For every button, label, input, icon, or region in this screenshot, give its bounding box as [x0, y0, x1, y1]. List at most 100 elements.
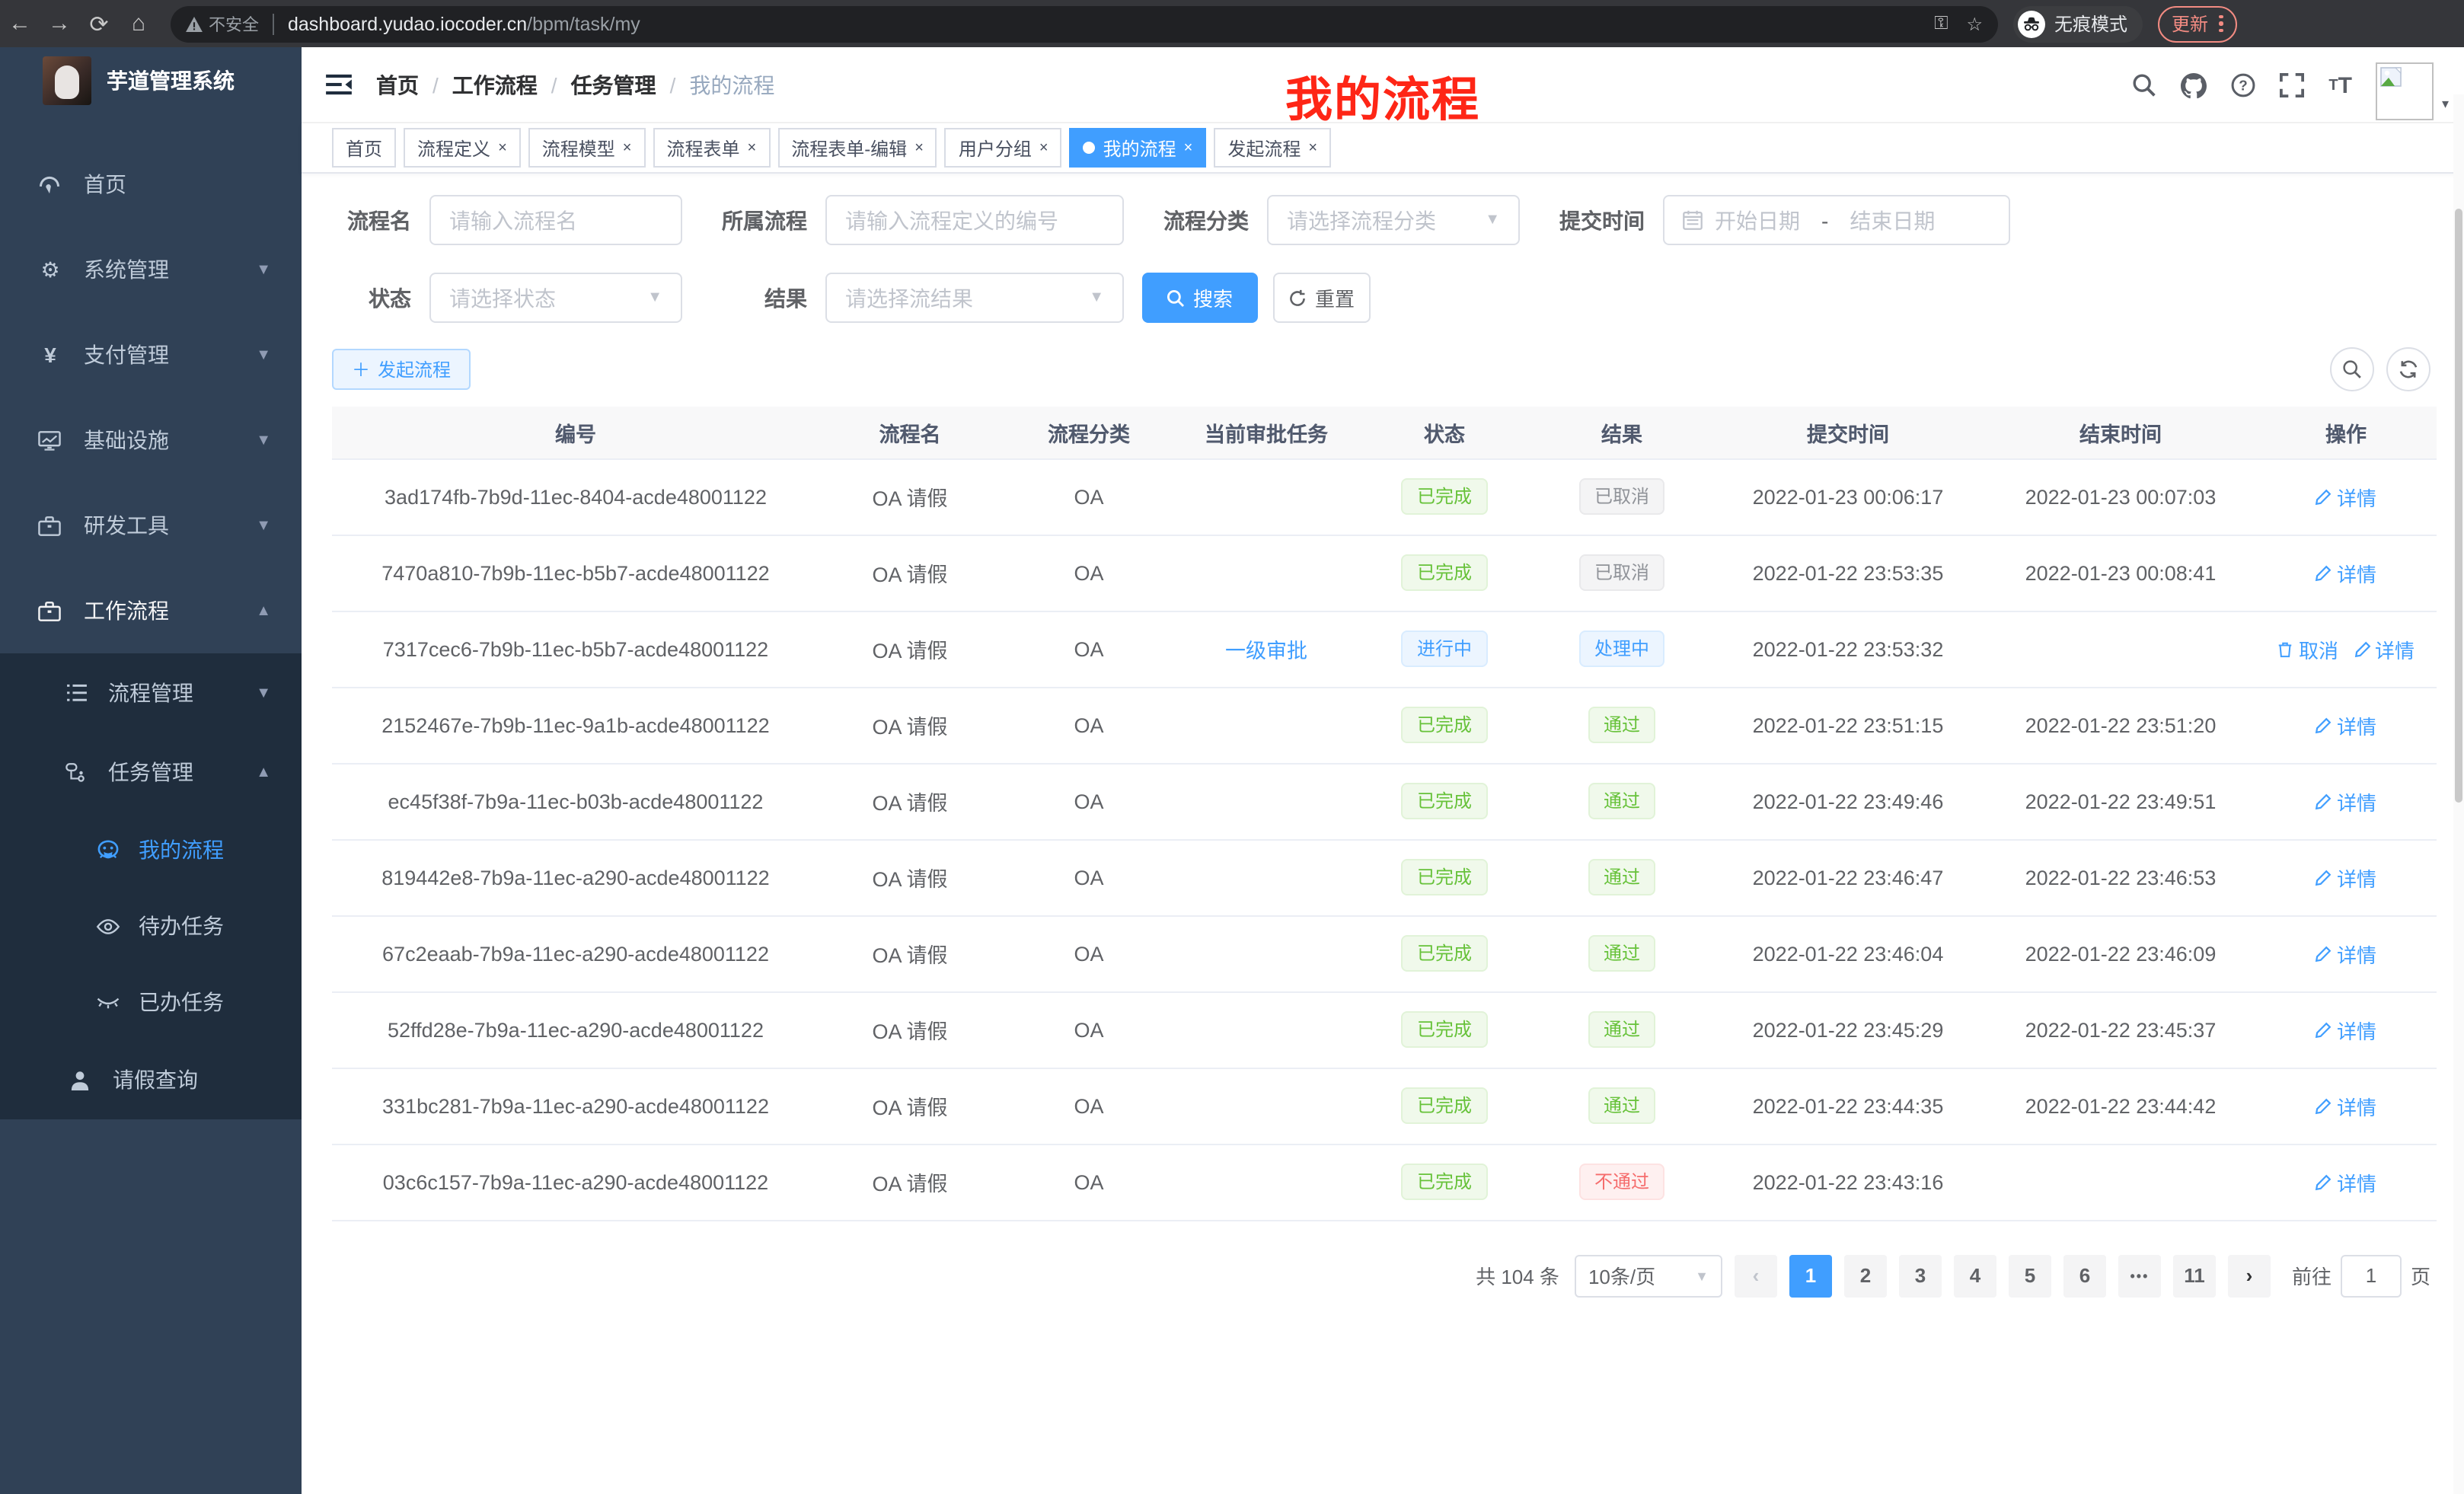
github-icon[interactable] [2181, 72, 2207, 98]
detail-link[interactable]: 详情 [2316, 863, 2376, 892]
refresh-table-button[interactable] [2386, 347, 2430, 391]
status-select[interactable]: 请选择状态 ▼ [429, 273, 682, 323]
close-icon[interactable]: × [748, 139, 757, 156]
cancel-link[interactable]: 取消 [2277, 634, 2338, 663]
sidebar-item-process-mgmt[interactable]: 流程管理 ▼ [0, 653, 302, 733]
sidebar-toggle-icon[interactable] [326, 73, 352, 96]
tab-process-definition[interactable]: 流程定义× [404, 128, 521, 168]
page-button-6[interactable]: 6 [2063, 1254, 2106, 1297]
result-select[interactable]: 请选择流结果 ▼ [825, 273, 1124, 323]
search-icon[interactable] [2132, 73, 2156, 97]
detail-link[interactable]: 详情 [2354, 634, 2415, 663]
process-id-input[interactable]: 请输入流程定义的编号 [825, 195, 1124, 245]
edit-icon [2354, 640, 2370, 657]
url-path: /bpm/task/my [527, 13, 640, 34]
table-header-row: 编号 流程名 流程分类 当前审批任务 状态 结果 提交时间 结束时间 操作 [332, 407, 2437, 458]
browser-home-icon[interactable]: ⌂ [119, 11, 158, 37]
user-avatar[interactable]: ▾ [2376, 62, 2449, 120]
font-size-icon[interactable]: TT [2328, 72, 2352, 98]
browser-forward-icon[interactable]: → [40, 11, 79, 37]
page-button-3[interactable]: 3 [1899, 1254, 1942, 1297]
prev-page-button[interactable]: ‹ [1735, 1254, 1777, 1297]
tab-user-group[interactable]: 用户分组× [945, 128, 1062, 168]
detail-link[interactable]: 详情 [2316, 482, 2376, 511]
detail-link[interactable]: 详情 [2316, 558, 2376, 587]
search-button[interactable]: 搜索 [1142, 273, 1258, 323]
current-task-link[interactable]: 一级审批 [1225, 640, 1307, 662]
category-select[interactable]: 请选择流程分类 ▼ [1267, 195, 1520, 245]
tab-process-form-edit[interactable]: 流程表单-编辑× [777, 128, 937, 168]
submit-time-range-picker[interactable]: 开始日期 - 结束日期 [1663, 195, 2010, 245]
next-page-button[interactable]: › [2228, 1254, 2271, 1297]
close-icon[interactable]: × [623, 139, 632, 156]
breadcrumb-workflow[interactable]: 工作流程 [452, 69, 538, 100]
sidebar-item-infra[interactable]: 基础设施 ▼ [0, 397, 302, 483]
tab-home[interactable]: 首页 [332, 128, 396, 168]
show-search-button[interactable] [2330, 347, 2374, 391]
close-icon[interactable]: × [1308, 139, 1317, 156]
breadcrumb-home[interactable]: 首页 [376, 69, 419, 100]
detail-link[interactable]: 详情 [2316, 787, 2376, 816]
detail-link[interactable]: 详情 [2316, 1167, 2376, 1196]
tab-my-process[interactable]: 我的流程× [1070, 128, 1207, 168]
sidebar-item-payment[interactable]: ¥ 支付管理 ▼ [0, 312, 302, 397]
process-name-input[interactable]: 请输入流程名 [429, 195, 682, 245]
goto-page-input[interactable]: 1 [2341, 1254, 2402, 1297]
chevron-down-icon: ▼ [256, 432, 271, 449]
page-button-5[interactable]: 5 [2009, 1254, 2051, 1297]
detail-link[interactable]: 详情 [2316, 710, 2376, 739]
page-button-4[interactable]: 4 [1954, 1254, 1996, 1297]
table-row: 2152467e-7b9b-11ec-9a1b-acde48001122 OA … [332, 687, 2437, 763]
page-button-1[interactable]: 1 [1789, 1254, 1832, 1297]
close-icon[interactable]: × [1039, 139, 1048, 156]
close-icon[interactable]: × [498, 139, 507, 156]
tab-process-model[interactable]: 流程模型× [528, 128, 646, 168]
browser-menu-icon[interactable] [2219, 15, 2223, 33]
breadcrumb-task-mgmt[interactable]: 任务管理 [571, 69, 656, 100]
browser-reload-icon[interactable]: ⟳ [79, 10, 119, 37]
sidebar-item-done-tasks[interactable]: 已办任务 [0, 964, 302, 1040]
chevron-down-icon: ▼ [256, 517, 271, 534]
warning-triangle-icon [186, 16, 203, 31]
table-toolbar: ＋ 发起流程 [302, 338, 2464, 391]
page-button-11[interactable]: 11 [2173, 1254, 2216, 1297]
sidebar-item-workflow[interactable]: 工作流程 ▲ [0, 568, 302, 653]
chevron-up-icon: ▲ [256, 764, 271, 781]
sidebar-item-task-mgmt[interactable]: 任务管理 ▲ [0, 733, 302, 812]
sidebar-item-devtools[interactable]: 研发工具 ▼ [0, 483, 302, 568]
page-button-2[interactable]: 2 [1844, 1254, 1887, 1297]
page-size-select[interactable]: 10条/页 ▼ [1575, 1254, 1722, 1297]
close-icon[interactable]: × [1184, 139, 1193, 156]
detail-link[interactable]: 详情 [2316, 1091, 2376, 1120]
fullscreen-icon[interactable] [2280, 73, 2304, 97]
scrollbar-thumb[interactable] [2455, 209, 2462, 803]
sidebar-item-system[interactable]: ⚙ 系统管理 ▼ [0, 227, 302, 312]
sidebar-item-todo-tasks[interactable]: 待办任务 [0, 888, 302, 964]
reset-button[interactable]: 重置 [1273, 273, 1371, 323]
name-label: 流程名 [347, 205, 411, 235]
sidebar-item-leave-query[interactable]: 请假查询 [0, 1040, 302, 1119]
detail-link[interactable]: 详情 [2316, 939, 2376, 968]
result-badge: 已取消 [1579, 554, 1664, 591]
browser-toolbar: ← → ⟳ ⌂ 不安全 dashboard.yudao.iocoder.cn/b… [0, 0, 2464, 47]
help-icon[interactable]: ? [2231, 73, 2255, 97]
security-warning[interactable]: 不安全 [186, 11, 259, 36]
browser-back-icon[interactable]: ← [0, 11, 40, 37]
sidebar-item-home[interactable]: 首页 [0, 142, 302, 227]
url-bar[interactable]: 不安全 dashboard.yudao.iocoder.cn/bpm/task/… [171, 5, 1998, 42]
detail-link[interactable]: 详情 [2316, 1015, 2376, 1044]
scrollbar-track[interactable] [2453, 94, 2464, 1494]
sidebar-item-my-process[interactable]: 我的流程 [0, 812, 302, 888]
start-process-button[interactable]: ＋ 发起流程 [332, 349, 471, 390]
browser-update-button[interactable]: 更新 [2158, 5, 2236, 42]
password-key-icon[interactable]: ⚿ [1934, 12, 1948, 35]
app-logo-row[interactable]: 芋道管理系统 [0, 47, 302, 114]
table-row: 819442e8-7b9a-11ec-a290-acde48001122 OA … [332, 839, 2437, 915]
close-icon[interactable]: × [914, 139, 924, 156]
edit-icon [2316, 869, 2332, 886]
tab-process-form[interactable]: 流程表单× [653, 128, 770, 168]
bookmark-star-icon[interactable]: ☆ [1966, 13, 1983, 34]
edit-icon [2316, 717, 2332, 733]
more-pages-button[interactable]: ••• [2118, 1254, 2161, 1297]
tab-start-process[interactable]: 发起流程× [1214, 128, 1331, 168]
